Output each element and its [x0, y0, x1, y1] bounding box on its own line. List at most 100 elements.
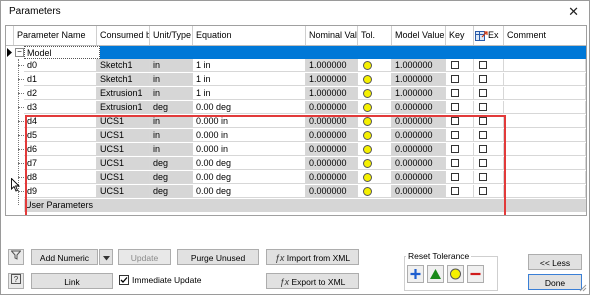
- comment-cell[interactable]: [504, 87, 586, 100]
- name-cell[interactable]: d0: [24, 59, 97, 72]
- parameter-row[interactable]: d6 UCS1 in 0.000 in 0.000000 0.000000: [6, 143, 586, 156]
- comment-cell[interactable]: [504, 171, 586, 184]
- comment-cell[interactable]: [504, 73, 586, 86]
- export-checkbox-cell[interactable]: [474, 59, 504, 72]
- unit-cell[interactable]: in: [150, 59, 193, 72]
- export-checkbox-cell[interactable]: [474, 115, 504, 128]
- key-checkbox[interactable]: [451, 159, 459, 167]
- less-button[interactable]: << Less: [528, 254, 582, 270]
- unit-cell[interactable]: in: [150, 129, 193, 142]
- link-button[interactable]: Link: [31, 273, 113, 289]
- tolerance-cell[interactable]: [358, 115, 392, 128]
- tolerance-minus-button[interactable]: [467, 265, 484, 283]
- name-cell[interactable]: d1: [24, 73, 97, 86]
- consumed-cell[interactable]: UCS1: [97, 129, 150, 142]
- export-checkbox[interactable]: [479, 187, 487, 195]
- tolerance-upper-button[interactable]: [427, 265, 444, 283]
- model-cell[interactable]: 0.000000: [392, 185, 446, 198]
- consumed-cell[interactable]: Extrusion1: [97, 101, 150, 114]
- export-checkbox[interactable]: [479, 145, 487, 153]
- nominal-cell[interactable]: 0.000000: [306, 171, 358, 184]
- key-checkbox-cell[interactable]: [446, 87, 474, 100]
- equation-cell[interactable]: 1 in: [193, 59, 306, 72]
- model-cell[interactable]: 1.000000: [392, 73, 446, 86]
- group-row-user[interactable]: User Parameters: [6, 199, 586, 212]
- close-icon[interactable]: ✕: [568, 4, 579, 20]
- tolerance-cell[interactable]: [358, 171, 392, 184]
- nominal-cell[interactable]: 1.000000: [306, 59, 358, 72]
- parameter-row[interactable]: d9 UCS1 deg 0.00 deg 0.000000 0.000000: [6, 185, 586, 198]
- nominal-cell[interactable]: 0.000000: [306, 115, 358, 128]
- consumed-cell[interactable]: Extrusion1: [97, 87, 150, 100]
- tolerance-median-button[interactable]: [447, 265, 464, 283]
- equation-cell[interactable]: 0.000 in: [193, 129, 306, 142]
- unit-cell[interactable]: deg: [150, 157, 193, 170]
- model-cell[interactable]: 0.000000: [392, 115, 446, 128]
- nominal-cell[interactable]: 1.000000: [306, 73, 358, 86]
- col-nominal-value[interactable]: Nominal Valu: [306, 26, 358, 45]
- update-button[interactable]: Update: [118, 249, 171, 265]
- tolerance-cell[interactable]: [358, 129, 392, 142]
- import-from-xml-button[interactable]: ƒx Import from XML: [266, 249, 359, 265]
- parameter-row[interactable]: d5 UCS1 in 0.000 in 0.000000 0.000000: [6, 129, 586, 142]
- col-tol[interactable]: Tol.: [358, 26, 392, 45]
- tolerance-cell[interactable]: [358, 73, 392, 86]
- unit-cell[interactable]: in: [150, 87, 193, 100]
- tolerance-cell[interactable]: [358, 157, 392, 170]
- export-checkbox-cell[interactable]: [474, 157, 504, 170]
- unit-cell[interactable]: in: [150, 143, 193, 156]
- comment-cell[interactable]: [504, 101, 586, 114]
- tolerance-cell[interactable]: [358, 87, 392, 100]
- nominal-cell[interactable]: 0.000000: [306, 157, 358, 170]
- equation-cell[interactable]: 1 in: [193, 87, 306, 100]
- equation-cell[interactable]: 0.00 deg: [193, 185, 306, 198]
- nominal-cell[interactable]: 0.000000: [306, 185, 358, 198]
- equation-cell[interactable]: 0.00 deg: [193, 101, 306, 114]
- key-checkbox-cell[interactable]: [446, 101, 474, 114]
- name-cell[interactable]: d8: [24, 171, 97, 184]
- parameter-row[interactable]: d0 Sketch1 in 1 in 1.000000 1.000000: [6, 59, 586, 72]
- name-cell[interactable]: d5: [24, 129, 97, 142]
- key-checkbox[interactable]: [451, 103, 459, 111]
- col-parameter-name[interactable]: Parameter Name: [14, 26, 97, 45]
- add-numeric-dropdown[interactable]: [99, 249, 113, 265]
- export-checkbox[interactable]: [479, 103, 487, 111]
- col-unit-type[interactable]: Unit/Type: [150, 26, 193, 45]
- export-checkbox-cell[interactable]: [474, 73, 504, 86]
- purge-unused-button[interactable]: Purge Unused: [177, 249, 259, 265]
- parameter-row[interactable]: d8 UCS1 deg 0.00 deg 0.000000 0.000000: [6, 171, 586, 184]
- key-checkbox[interactable]: [451, 89, 459, 97]
- consumed-cell[interactable]: UCS1: [97, 185, 150, 198]
- model-cell[interactable]: 1.000000: [392, 87, 446, 100]
- equation-cell[interactable]: 0.000 in: [193, 143, 306, 156]
- name-cell[interactable]: d3: [24, 101, 97, 114]
- col-key[interactable]: Key: [446, 26, 474, 45]
- parameter-row[interactable]: d7 UCS1 deg 0.00 deg 0.000000 0.000000: [6, 157, 586, 170]
- tolerance-cell[interactable]: [358, 59, 392, 72]
- col-comment[interactable]: Comment: [504, 26, 586, 45]
- model-cell[interactable]: 0.000000: [392, 101, 446, 114]
- key-checkbox-cell[interactable]: [446, 143, 474, 156]
- parameter-row[interactable]: d1 Sketch1 in 1 in 1.000000 1.000000: [6, 73, 586, 86]
- model-cell[interactable]: 0.000000: [392, 143, 446, 156]
- name-cell[interactable]: d7: [24, 157, 97, 170]
- equation-cell[interactable]: 1 in: [193, 73, 306, 86]
- export-checkbox-cell[interactable]: [474, 129, 504, 142]
- consumed-cell[interactable]: UCS1: [97, 157, 150, 170]
- key-checkbox[interactable]: [451, 173, 459, 181]
- consumed-cell[interactable]: UCS1: [97, 171, 150, 184]
- nominal-cell[interactable]: 0.000000: [306, 143, 358, 156]
- name-cell[interactable]: d2: [24, 87, 97, 100]
- export-checkbox[interactable]: [479, 89, 487, 97]
- export-checkbox[interactable]: [479, 173, 487, 181]
- unit-cell[interactable]: deg: [150, 101, 193, 114]
- model-cell[interactable]: 0.000000: [392, 129, 446, 142]
- export-checkbox[interactable]: [479, 75, 487, 83]
- export-checkbox[interactable]: [479, 117, 487, 125]
- key-checkbox-cell[interactable]: [446, 115, 474, 128]
- consumed-cell[interactable]: UCS1: [97, 143, 150, 156]
- unit-cell[interactable]: in: [150, 115, 193, 128]
- resize-grip-icon[interactable]: [579, 284, 587, 292]
- model-cell[interactable]: 0.000000: [392, 171, 446, 184]
- model-cell[interactable]: 0.000000: [392, 157, 446, 170]
